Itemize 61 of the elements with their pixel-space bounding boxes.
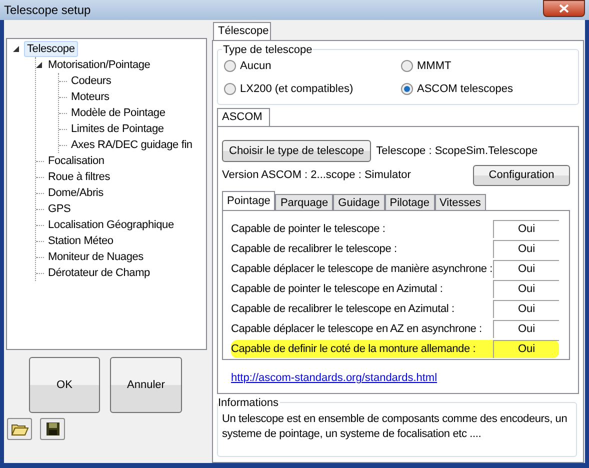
- standards-link[interactable]: http://ascom-standards.org/standards.html: [231, 370, 574, 386]
- capability-label: Capable de pointer le telescope en Azimutal :: [231, 282, 443, 297]
- tree-item[interactable]: Station Méteo: [47, 234, 114, 248]
- tree-item[interactable]: Motorisation/Pointage: [47, 58, 152, 72]
- version-label: Version ASCOM : 2...scope : Simulator: [222, 168, 411, 184]
- telescope-label: Telescope : ScopeSim.Telescope: [376, 144, 538, 159]
- tree-item[interactable]: Moteurs: [70, 90, 110, 104]
- collapse-arrow-icon[interactable]: [36, 62, 43, 68]
- info-text: Un telescope est en ensemble de composants comme des encodeurs, un systeme de pointage, un systeme de focalisation etc ....: [222, 412, 568, 442]
- radio-label: MMMT: [417, 59, 452, 74]
- value-field: Oui: [493, 220, 559, 238]
- radio-button[interactable]: [401, 82, 413, 95]
- capability-label: Capable de definir le coté de la monture allemande :: [231, 342, 476, 357]
- group-title: Type de telescope: [222, 42, 314, 58]
- tab[interactable]: Parquage: [275, 194, 334, 210]
- tab[interactable]: ASCOM: [217, 108, 270, 126]
- tree-item[interactable]: Telescope: [24, 41, 78, 57]
- tab[interactable]: Guidage: [333, 194, 385, 210]
- tree-item[interactable]: Focalisation: [47, 154, 106, 168]
- tree-item[interactable]: Limites de Pointage: [70, 122, 165, 136]
- tree-item[interactable]: Roue à filtres: [47, 170, 112, 184]
- capability-label: Capable de recalibrer le telescope :: [231, 242, 397, 257]
- radio-button[interactable]: [224, 82, 236, 95]
- value-field: Oui: [493, 340, 559, 358]
- radio-label: LX200 (et compatibles): [240, 82, 354, 96]
- tree-item[interactable]: Modèle de Pointage: [70, 106, 166, 120]
- tree-item[interactable]: Moniteur de Nuages: [47, 250, 144, 264]
- tree-item[interactable]: Dérotateur de Champ: [47, 266, 151, 280]
- radio-label: Aucun: [240, 59, 272, 74]
- close-button[interactable]: [543, 0, 585, 17]
- capability-label: Capable de pointer le telescope :: [231, 222, 386, 237]
- value-field: Oui: [493, 240, 559, 258]
- save-button[interactable]: [40, 418, 65, 440]
- configuration-button[interactable]: Configuration: [473, 165, 570, 186]
- radio-button[interactable]: [401, 60, 413, 72]
- tab[interactable]: Pointage: [222, 191, 276, 210]
- radio-label: ASCOM telescopes: [417, 82, 513, 96]
- tree-item[interactable]: GPS: [47, 202, 72, 216]
- tab[interactable]: Télescope: [213, 22, 271, 40]
- folder-icon: [10, 422, 28, 436]
- tab[interactable]: Vitesses: [434, 194, 486, 210]
- value-field: Oui: [493, 280, 559, 298]
- open-folder-button[interactable]: [7, 418, 32, 440]
- collapse-arrow-icon[interactable]: [13, 46, 20, 52]
- close-icon: [559, 4, 569, 13]
- radio-button[interactable]: [224, 60, 236, 72]
- tree-item[interactable]: Codeurs: [70, 74, 112, 88]
- tab[interactable]: Pilotage: [384, 194, 435, 210]
- value-field: Oui: [493, 320, 559, 338]
- choose-telescope-button[interactable]: Choisir le type de telescope: [222, 140, 372, 162]
- value-field: Oui: [493, 300, 559, 318]
- capability-label: Capable de recalibrer le telescope en Azimutal :: [231, 302, 454, 317]
- tree-item[interactable]: Localisation Géographique: [47, 218, 175, 232]
- tree-item[interactable]: Dome/Abris: [47, 186, 104, 200]
- ok-button[interactable]: OK: [29, 357, 100, 413]
- value-field: Oui: [493, 260, 559, 278]
- capability-label: Capable déplacer le telescope de manière asynchrone :: [231, 262, 493, 277]
- window-title: Telescope setup: [4, 2, 91, 19]
- tree-item[interactable]: Axes RA/DEC guidage fin: [70, 138, 194, 152]
- capability-label: Capable déplacer le telescope en AZ en asynchrone :: [231, 322, 482, 337]
- cancel-button[interactable]: Annuler: [110, 357, 182, 413]
